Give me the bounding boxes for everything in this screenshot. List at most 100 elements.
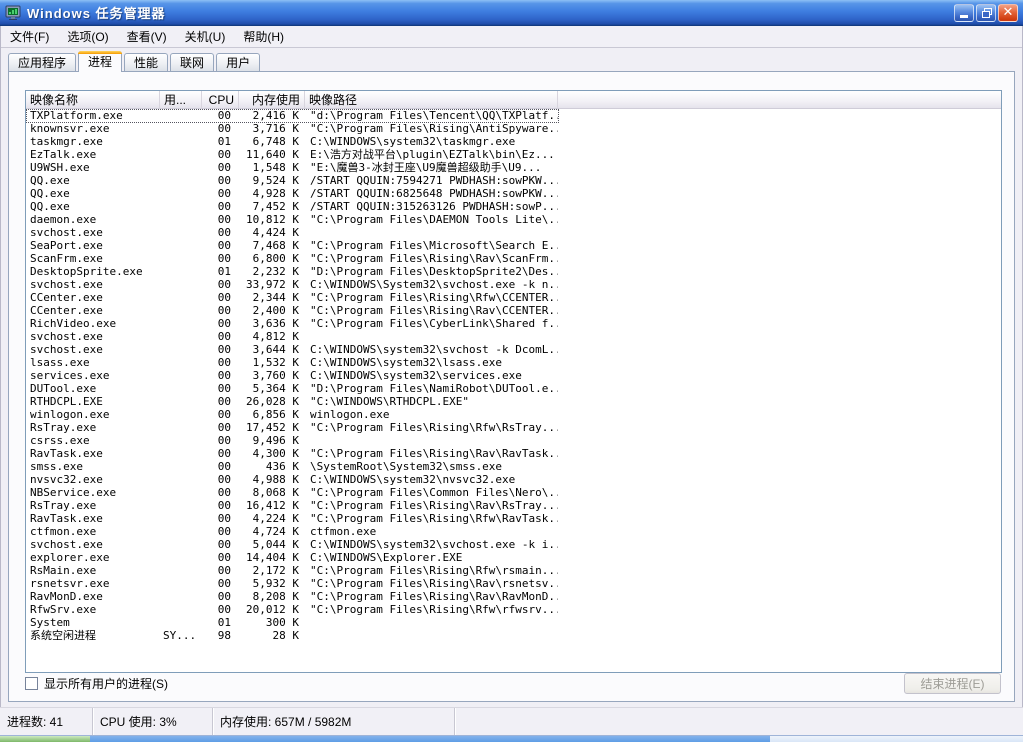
process-row[interactable]: daemon.exe 00 10,812 K "C:\Program Files… bbox=[26, 213, 1001, 226]
process-row[interactable]: 系统空闲进程 SY... 98 28 K bbox=[26, 629, 1001, 642]
cell-cpu: 00 bbox=[217, 213, 231, 226]
tab-networking[interactable]: 联网 bbox=[170, 53, 215, 71]
process-row[interactable]: svchost.exe 00 3,644 K C:\WINDOWS\system… bbox=[26, 343, 1001, 356]
menu-shutdown[interactable]: 关机(U) bbox=[176, 26, 235, 47]
process-row[interactable]: RTHDCPL.EXE 00 26,028 K "C:\WINDOWS\RTHD… bbox=[26, 395, 1001, 408]
column-header-user-name[interactable]: 用... bbox=[160, 91, 202, 108]
cell-cpu: 00 bbox=[217, 174, 231, 187]
cell-user-name bbox=[160, 317, 202, 330]
cell-cpu: 00 bbox=[217, 369, 231, 382]
cell-image-path: C:\WINDOWS\System32\svchost.exe -k n... bbox=[310, 278, 558, 291]
cell-user-name bbox=[160, 135, 202, 148]
end-process-button[interactable]: 结束进程(E) bbox=[904, 673, 1001, 694]
minimize-button[interactable] bbox=[954, 3, 974, 22]
process-row[interactable]: SeaPort.exe 00 7,468 K "C:\Program Files… bbox=[26, 239, 1001, 252]
cell-cpu: 00 bbox=[217, 382, 231, 395]
tab-applications[interactable]: 应用程序 bbox=[8, 53, 77, 71]
cell-user-name bbox=[160, 382, 202, 395]
tab-performance[interactable]: 性能 bbox=[124, 53, 169, 71]
cell-image-path: "C:\Program Files\Rising\Rav\CCENTER... bbox=[310, 304, 558, 317]
process-row[interactable]: knownsvr.exe 00 3,716 K "C:\Program File… bbox=[26, 122, 1001, 135]
process-row[interactable]: TXPlatform.exe 00 2,416 K "d:\Program Fi… bbox=[26, 109, 1001, 123]
cell-cpu: 00 bbox=[217, 226, 231, 239]
status-empty-panel bbox=[455, 708, 1023, 735]
process-row[interactable]: DesktopSprite.exe 01 2,232 K "D:\Program… bbox=[26, 265, 1001, 278]
process-row[interactable]: services.exe 00 3,760 K C:\WINDOWS\syste… bbox=[26, 369, 1001, 382]
cell-cpu: 00 bbox=[217, 122, 231, 135]
title-bar[interactable]: Windows 任务管理器 ✕ bbox=[0, 0, 1023, 26]
show-all-users-checkbox[interactable] bbox=[25, 677, 38, 690]
process-row[interactable]: NBService.exe 00 8,068 K "C:\Program Fil… bbox=[26, 486, 1001, 499]
process-row[interactable]: ScanFrm.exe 00 6,800 K "C:\Program Files… bbox=[26, 252, 1001, 265]
process-row[interactable]: csrss.exe 00 9,496 K bbox=[26, 434, 1001, 447]
column-header-image-name[interactable]: 映像名称 bbox=[26, 91, 160, 108]
process-row[interactable]: svchost.exe 00 33,972 K C:\WINDOWS\Syste… bbox=[26, 278, 1001, 291]
process-row[interactable]: svchost.exe 00 4,424 K bbox=[26, 226, 1001, 239]
menu-view[interactable]: 查看(V) bbox=[118, 26, 176, 47]
cell-image-name: EzTalk.exe bbox=[30, 148, 97, 161]
tab-users[interactable]: 用户 bbox=[216, 53, 261, 71]
process-row[interactable]: RsTray.exe 00 17,452 K "C:\Program Files… bbox=[26, 421, 1001, 434]
cell-user-name bbox=[160, 564, 202, 577]
process-row[interactable]: RsTray.exe 00 16,412 K "C:\Program Files… bbox=[26, 499, 1001, 512]
cell-cpu: 01 bbox=[217, 265, 231, 278]
restore-button[interactable] bbox=[976, 3, 996, 22]
process-row[interactable]: QQ.exe 00 9,524 K /START QQUIN:7594271 P… bbox=[26, 174, 1001, 187]
cell-mem-usage: 17,452 K bbox=[246, 421, 299, 434]
process-row[interactable]: EzTalk.exe 00 11,640 K E:\浩方对战平台\plugin\… bbox=[26, 148, 1001, 161]
process-row[interactable]: System 01 300 K bbox=[26, 616, 1001, 629]
cell-cpu: 98 bbox=[217, 629, 231, 642]
column-header-image-path[interactable]: 映像路径 bbox=[305, 91, 558, 108]
process-row[interactable]: RavTask.exe 00 4,300 K "C:\Program Files… bbox=[26, 447, 1001, 460]
cell-image-path bbox=[305, 330, 558, 343]
menu-help[interactable]: 帮助(H) bbox=[234, 26, 293, 47]
process-row[interactable]: nvsvc32.exe 00 4,988 K C:\WINDOWS\system… bbox=[26, 473, 1001, 486]
taskbar-edge bbox=[90, 736, 770, 742]
close-button[interactable]: ✕ bbox=[998, 3, 1018, 22]
process-row[interactable]: lsass.exe 00 1,532 K C:\WINDOWS\system32… bbox=[26, 356, 1001, 369]
cell-user-name bbox=[160, 161, 202, 174]
process-row[interactable]: RichVideo.exe 00 3,636 K "C:\Program Fil… bbox=[26, 317, 1001, 330]
cell-user-name bbox=[160, 499, 202, 512]
process-row[interactable]: QQ.exe 00 4,928 K /START QQUIN:6825648 P… bbox=[26, 187, 1001, 200]
process-row[interactable]: U9WSH.exe 00 1,548 K "E:\魔兽3-冰封王座\U9魔兽超级… bbox=[26, 161, 1001, 174]
cell-image-path: ctfmon.exe bbox=[310, 525, 377, 538]
process-row[interactable]: RsMain.exe 00 2,172 K "C:\Program Files\… bbox=[26, 564, 1001, 577]
column-header-mem-usage[interactable]: 内存使用 bbox=[239, 91, 305, 108]
process-row[interactable]: CCenter.exe 00 2,344 K "C:\Program Files… bbox=[26, 291, 1001, 304]
start-button-edge[interactable] bbox=[0, 736, 90, 742]
process-row[interactable]: QQ.exe 00 7,452 K /START QQUIN:315263126… bbox=[26, 200, 1001, 213]
cell-mem-usage: 2,232 K bbox=[252, 265, 299, 278]
process-row[interactable]: RavTask.exe 00 4,224 K "C:\Program Files… bbox=[26, 512, 1001, 525]
cell-image-path: "C:\Program Files\Rising\Rav\RavMonD... bbox=[310, 590, 558, 603]
process-row[interactable]: explorer.exe 00 14,404 K C:\WINDOWS\Expl… bbox=[26, 551, 1001, 564]
menu-options[interactable]: 选项(O) bbox=[58, 26, 117, 47]
cell-image-name: QQ.exe bbox=[30, 174, 70, 187]
cell-user-name bbox=[160, 330, 202, 343]
minimize-icon bbox=[960, 15, 968, 18]
process-row[interactable]: smss.exe 00 436 K \SystemRoot\System32\s… bbox=[26, 460, 1001, 473]
show-all-users-row[interactable]: 显示所有用户的进程(S) bbox=[25, 675, 168, 692]
cell-image-path: "C:\WINDOWS\RTHDCPL.EXE" bbox=[310, 395, 469, 408]
desktop-taskbar[interactable] bbox=[0, 735, 1023, 742]
cell-user-name bbox=[160, 304, 202, 317]
column-header-cpu[interactable]: CPU bbox=[202, 91, 239, 108]
process-row[interactable]: svchost.exe 00 4,812 K bbox=[26, 330, 1001, 343]
cell-cpu: 00 bbox=[217, 486, 231, 499]
cell-mem-usage: 11,640 K bbox=[246, 148, 299, 161]
cell-image-name: ScanFrm.exe bbox=[30, 252, 103, 265]
cell-image-path: C:\WINDOWS\system32\nvsvc32.exe bbox=[310, 473, 516, 486]
process-row[interactable]: rsnetsvr.exe 00 5,932 K "C:\Program File… bbox=[26, 577, 1001, 590]
process-row[interactable]: winlogon.exe 00 6,856 K winlogon.exe bbox=[26, 408, 1001, 421]
process-row[interactable]: RavMonD.exe 00 8,208 K "C:\Program Files… bbox=[26, 590, 1001, 603]
menu-file[interactable]: 文件(F) bbox=[1, 26, 58, 47]
process-row[interactable]: DUTool.exe 00 5,364 K "D:\Program Files\… bbox=[26, 382, 1001, 395]
process-row[interactable]: taskmgr.exe 01 6,748 K C:\WINDOWS\system… bbox=[26, 135, 1001, 148]
tab-processes[interactable]: 进程 bbox=[78, 51, 123, 72]
process-row[interactable]: CCenter.exe 00 2,400 K "C:\Program Files… bbox=[26, 304, 1001, 317]
cell-user-name bbox=[160, 590, 202, 603]
process-row[interactable]: ctfmon.exe 00 4,724 K ctfmon.exe bbox=[26, 525, 1001, 538]
process-row[interactable]: svchost.exe 00 5,044 K C:\WINDOWS\system… bbox=[26, 538, 1001, 551]
cell-cpu: 00 bbox=[217, 590, 231, 603]
process-row[interactable]: RfwSrv.exe 00 20,012 K "C:\Program Files… bbox=[26, 603, 1001, 616]
